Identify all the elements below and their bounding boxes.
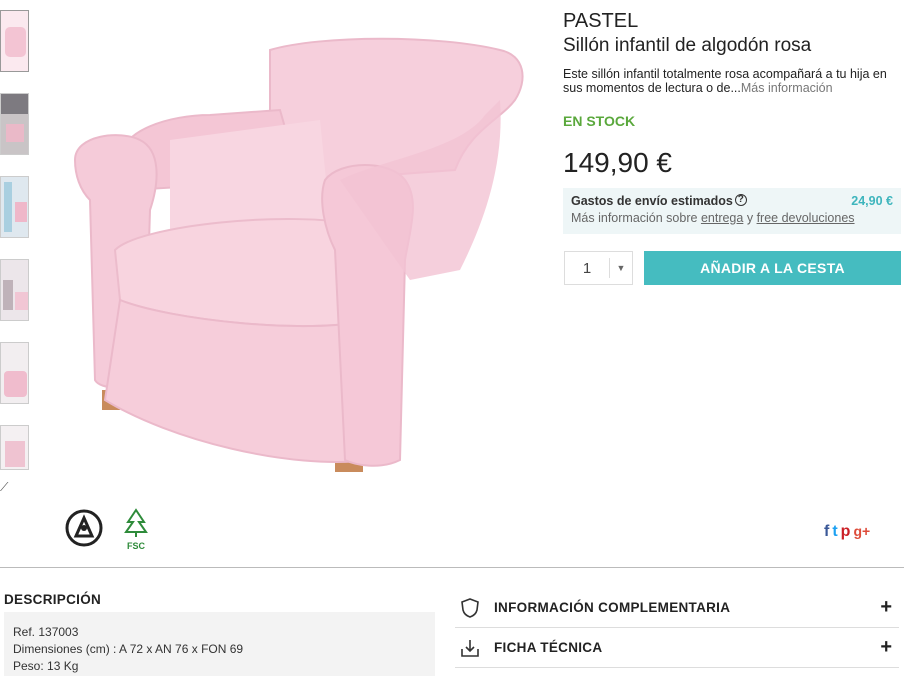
plus-icon[interactable]: + (880, 596, 892, 619)
thumbnail-strip (0, 10, 32, 491)
description-title: DESCRIPCIÓN (4, 592, 102, 607)
dimensions-text: Dimensiones (cm) : A 72 x AN 76 x FON 69 (13, 642, 244, 656)
thumbnail-5[interactable] (0, 342, 29, 404)
description-box: Ref. 137003 Dimensiones (cm) : A 72 x AN… (4, 612, 435, 676)
accordion-info[interactable]: INFORMACIÓN COMPLEMENTARIA + (455, 588, 899, 628)
help-icon[interactable]: ? (734, 194, 747, 206)
product-price: 149,90 € (563, 147, 672, 178)
social-share: f t p g+ (824, 523, 870, 541)
thumbnail-3[interactable] (0, 176, 29, 238)
pinterest-icon[interactable]: p (841, 523, 851, 541)
thumbnail-1[interactable] (0, 10, 29, 72)
chevron-down-icon[interactable]: ▼ (610, 263, 632, 273)
quantity-select[interactable]: 1 ▼ (564, 251, 633, 285)
section-divider (0, 567, 904, 568)
google-plus-icon[interactable]: g+ (853, 523, 870, 541)
shipping-label-text: Gastos de envío estimados (571, 194, 733, 208)
product-title: Sillón infantil de algodón rosa (563, 35, 812, 56)
twitter-icon[interactable]: t (832, 523, 837, 541)
ref-text: Ref. 137003 (13, 625, 79, 639)
shipping-subtext: Más información sobre entrega y free dev… (571, 211, 893, 225)
product-brand[interactable]: PASTEL (563, 10, 638, 33)
quantity-value: 1 (582, 259, 592, 277)
returns-link[interactable]: free devoluciones (757, 211, 855, 225)
weight-text: Peso: 13 Kg (13, 659, 79, 673)
add-to-cart-button[interactable]: AÑADIR A LA CESTA (644, 251, 901, 285)
thumbnail-6[interactable] (0, 425, 29, 470)
plus-icon[interactable]: + (880, 636, 892, 659)
facebook-icon[interactable]: f (824, 523, 829, 541)
more-info-link[interactable]: Más información (741, 81, 833, 95)
accordion-info-label: INFORMACIÓN COMPLEMENTARIA (494, 600, 731, 615)
thumbnail-4[interactable] (0, 259, 29, 321)
product-description: Este sillón infantil totalmente rosa aco… (563, 67, 893, 95)
recycle-icon (64, 508, 104, 550)
delivery-link[interactable]: entrega (701, 211, 743, 225)
thumbnail-scroll-icon[interactable]: ⟋ (0, 480, 8, 495)
shipping-price: 24,90 € (851, 194, 893, 208)
tray-icon (457, 635, 483, 661)
shipping-sub-prefix: Más información sobre (571, 211, 698, 225)
shipping-label: Gastos de envío estimados? (571, 194, 747, 208)
product-image (60, 20, 540, 480)
shipping-and: y (746, 211, 754, 225)
thumbnail-2[interactable] (0, 93, 29, 155)
shipping-box: Gastos de envío estimados? 24,90 € Más i… (563, 188, 901, 234)
fsc-icon: FSC (118, 508, 158, 551)
stock-status: EN STOCK (563, 113, 636, 129)
shield-icon (457, 595, 483, 621)
accordion-tech-label: FICHA TÉCNICA (494, 640, 603, 655)
description-text: Este sillón infantil totalmente rosa aco… (563, 67, 887, 95)
accordion-tech[interactable]: FICHA TÉCNICA + (455, 628, 899, 668)
fsc-label: FSC (127, 541, 145, 551)
